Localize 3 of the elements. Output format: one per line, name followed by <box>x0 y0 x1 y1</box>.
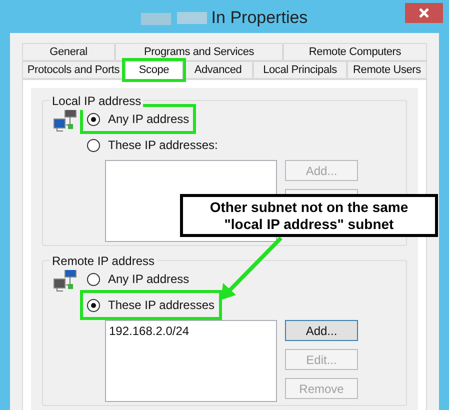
callout-text: "local IP address" subnet <box>224 216 394 232</box>
window-title: In Properties <box>211 7 308 30</box>
callout-text: Other subnet not on the same <box>210 198 408 216</box>
